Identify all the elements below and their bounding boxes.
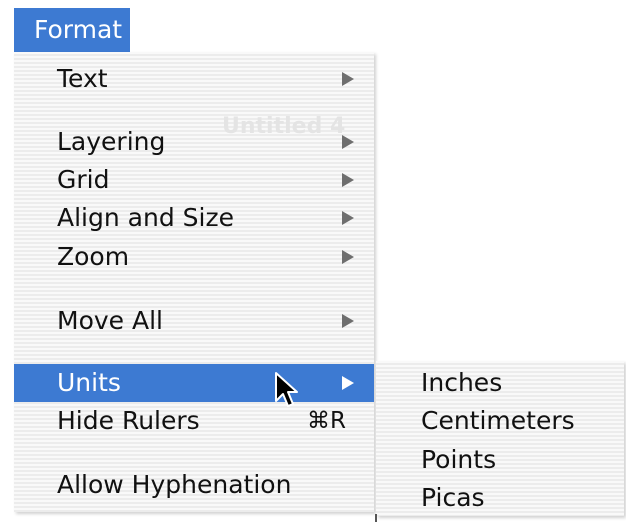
submenu-arrow-icon — [342, 173, 354, 187]
menu-item-label: Zoom — [57, 242, 130, 271]
submenu-arrow-icon — [342, 314, 354, 328]
submenu-arrow-icon — [342, 135, 354, 149]
pointer-cursor-icon — [275, 372, 298, 407]
submenu-item-label: Inches — [421, 368, 503, 397]
submenu-arrow-icon — [342, 250, 354, 264]
format-menu-title[interactable]: Format — [14, 8, 131, 52]
submenu-arrow-icon — [342, 72, 354, 86]
menu-item-allow-hyphenation[interactable]: Allow Hyphenation — [14, 466, 374, 504]
units-submenu: Inches Centimeters Points Picas — [376, 361, 624, 516]
menu-item-move-all[interactable]: Move All — [14, 302, 374, 340]
menu-item-align-and-size[interactable]: Align and Size — [14, 199, 374, 237]
submenu-item-centimeters[interactable]: Centimeters — [376, 402, 624, 440]
menu-item-layering[interactable]: Layering — [14, 123, 374, 161]
menu-item-hide-rulers[interactable]: Hide Rulers ⌘R — [14, 402, 374, 440]
submenu-item-picas[interactable]: Picas — [376, 479, 624, 517]
submenu-arrow-icon — [342, 211, 354, 225]
menu-item-label: Hide Rulers — [57, 406, 200, 435]
menu-item-units[interactable]: Units — [14, 364, 374, 402]
submenu-arrow-icon — [342, 376, 354, 390]
menu-item-label: Align and Size — [57, 203, 234, 232]
menu-item-label: Units — [57, 368, 121, 397]
submenu-item-label: Centimeters — [421, 406, 575, 435]
submenu-item-points[interactable]: Points — [376, 441, 624, 479]
submenu-item-inches[interactable]: Inches — [376, 364, 624, 402]
keyboard-shortcut: ⌘R — [307, 408, 346, 434]
menu-item-zoom[interactable]: Zoom — [14, 238, 374, 276]
menu-item-label: Move All — [57, 306, 163, 335]
window-edge-mark — [375, 514, 377, 522]
submenu-item-label: Picas — [421, 483, 485, 512]
menu-item-text[interactable]: Text — [14, 60, 374, 98]
menu-item-label: Layering — [57, 127, 166, 156]
menu-item-label: Grid — [57, 165, 110, 194]
format-menu: Untitled 4 Text Layering Grid Align and … — [14, 52, 374, 512]
submenu-item-label: Points — [421, 445, 497, 474]
menu-item-label: Allow Hyphenation — [57, 470, 292, 499]
menu-item-label: Text — [57, 64, 108, 93]
menu-item-grid[interactable]: Grid — [14, 161, 374, 199]
